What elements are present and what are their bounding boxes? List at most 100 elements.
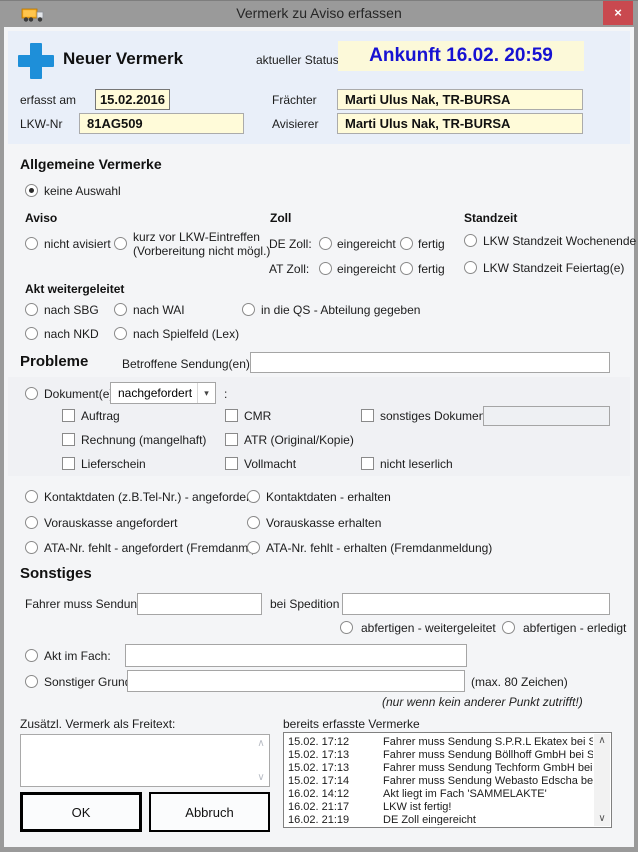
radio-nach-spielfeld[interactable] [114,327,127,340]
radio-qs-abteilung-label: in die QS - Abteilung gegeben [261,304,420,317]
radio-sonstiger-grund[interactable] [25,675,38,688]
close-icon[interactable]: × [603,1,633,25]
radio-kontaktdaten-angefordert[interactable] [25,490,38,503]
titlebar: Vermerk zu Aviso erfassen × [0,1,638,27]
radio-ata-erhalten-label: ATA-Nr. fehlt - erhalten (Fremdanmeldung… [266,542,492,555]
checkbox-atr-label: ATR (Original/Kopie) [244,434,354,447]
radio-nicht-avisiert[interactable] [25,237,38,250]
erfasst-am-field: 15.02.2016 [95,89,170,110]
bei-spedition-input[interactable] [342,593,610,615]
sonstiges-dokument-input[interactable] [483,406,610,426]
checkbox-nicht-leserlich-label: nicht leserlich [380,458,453,471]
radio-kontaktdaten-angefordert-label: Kontaktdaten (z.B.Tel-Nr.) - angefordert [44,491,253,504]
fahrer-sendung-input[interactable] [137,593,262,615]
radio-abfertigen-erledigt-label: abfertigen - erledigt [523,622,626,635]
fraechter-label: Frächter [272,94,317,107]
at-zoll-label: AT Zoll: [269,263,309,276]
lkw-nr-label: LKW-Nr [20,118,62,131]
radio-nach-nkd-label: nach NKD [44,328,99,341]
new-note-title: Neuer Vermerk [63,49,183,69]
radio-ata-angefordert[interactable] [25,541,38,554]
group-akt-heading: Akt weitergeleitet [25,282,124,296]
radio-qs-abteilung[interactable] [242,303,255,316]
list-item[interactable]: 16.02. 21:17LKW ist fertig! [288,801,593,814]
radio-ata-angefordert-label: ATA-Nr. fehlt - angefordert (Fremdanm.) [44,542,256,555]
group-zoll-heading: Zoll [270,211,291,225]
bei-spedition-label: bei Spedition [270,598,339,611]
list-item[interactable]: 16.02. 14:12Akt liegt im Fach 'SAMMELAKT… [288,788,593,801]
radio-nach-nkd[interactable] [25,327,38,340]
radio-vorauskasse-erhalten[interactable] [247,516,260,529]
radio-abfertigen-weitergeleitet[interactable] [340,621,353,634]
checkbox-sonstiges-dokument-label: sonstiges Dokument: [380,410,492,423]
radio-keine-auswahl-label: keine Auswahl [44,185,121,198]
radio-abfertigen-weitergeleitet-label: abfertigen - weitergeleitet [361,622,496,635]
radio-ata-erhalten[interactable] [247,541,260,554]
dokumente-dropdown[interactable]: nachgefordert ▾ [110,382,216,404]
group-standzeit-heading: Standzeit [464,211,517,225]
radio-vorauskasse-erhalten-label: Vorauskasse erhalten [266,517,381,530]
radio-akt-im-fach[interactable] [25,649,38,662]
nur-wenn-hint: (nur wenn kein anderer Punkt zutrifft!) [382,695,583,709]
list-item[interactable]: 15.02. 17:14Fahrer muss Sendung Webasto … [288,775,593,788]
radio-de-zoll-fertig[interactable] [400,237,413,250]
section-sonstiges: Sonstiges [20,565,92,582]
radio-standzeit-feiertag[interactable] [464,261,477,274]
dokumente-dropdown-value: nachgefordert [118,386,192,400]
checkbox-vollmacht-label: Vollmacht [244,458,296,471]
chevron-down-icon[interactable]: ▾ [197,383,215,403]
radio-kontaktdaten-erhalten-label: Kontaktdaten - erhalten [266,491,391,504]
radio-nach-sbg[interactable] [25,303,38,316]
window-title: Vermerk zu Aviso erfassen [0,5,638,21]
checkbox-sonstiges-dokument[interactable] [361,409,374,422]
scroll-down-icon[interactable]: ∨ [255,772,267,783]
scroll-down-icon[interactable]: ∨ [594,812,610,826]
list-item[interactable]: 15.02. 17:13Fahrer muss Sendung Böllhoff… [288,749,593,762]
radio-de-zoll-eingereicht[interactable] [319,237,332,250]
checkbox-vollmacht[interactable] [225,457,238,470]
checkbox-atr[interactable] [225,433,238,446]
radio-at-zoll-eingereicht[interactable] [319,262,332,275]
radio-standzeit-feiertag-label: LKW Standzeit Feiertag(e) [483,262,624,275]
radio-dokumente-label: Dokument(e) [44,388,113,401]
abbruch-button[interactable]: Abbruch [149,792,270,832]
scroll-up-icon[interactable]: ∧ [594,734,610,748]
radio-keine-auswahl[interactable] [25,184,38,197]
radio-standzeit-wochenende[interactable] [464,234,477,247]
checkbox-auftrag[interactable] [62,409,75,422]
vermerke-listbox[interactable]: 15.02. 17:12Fahrer muss Sendung S.P.R.L … [283,732,612,828]
checkbox-lieferschein[interactable] [62,457,75,470]
radio-kurz-vor-eintreffen-label: kurz vor LKW-Eintreffen(Vorbereitung nic… [133,230,270,258]
checkbox-cmr[interactable] [225,409,238,422]
freitext-area-frame: ∧ ∨ [20,734,270,787]
list-scrollbar[interactable]: ∧ ∨ [594,734,610,826]
betroffene-sendungen-label: Betroffene Sendung(en): [122,358,253,371]
radio-nach-wai[interactable] [114,303,127,316]
scroll-up-icon[interactable]: ∧ [255,738,267,749]
radio-at-zoll-fertig-label: fertig [418,263,445,276]
radio-vorauskasse-angefordert[interactable] [25,516,38,529]
list-item[interactable]: 15.02. 17:13Fahrer muss Sendung Techform… [288,762,593,775]
radio-sonstiger-grund-label: Sonstiger Grund: [44,676,135,689]
radio-nicht-avisiert-label: nicht avisiert [44,238,111,251]
list-item[interactable]: 15.02. 17:12Fahrer muss Sendung S.P.R.L … [288,736,593,749]
radio-kontaktdaten-erhalten[interactable] [247,490,260,503]
checkbox-nicht-leserlich[interactable] [361,457,374,470]
sonstiger-grund-input[interactable] [127,670,465,692]
radio-kurz-vor-eintreffen[interactable] [114,237,127,250]
radio-akt-im-fach-label: Akt im Fach: [44,650,111,663]
radio-vorauskasse-angefordert-label: Vorauskasse angefordert [44,517,177,530]
freitext-textarea[interactable] [21,735,253,786]
status-label: aktueller Status [256,54,339,67]
list-item[interactable]: 16.02. 21:19DE Zoll eingereicht [288,814,593,825]
betroffene-sendungen-input[interactable] [250,352,610,373]
radio-nach-wai-label: nach WAI [133,304,185,317]
checkbox-rechnung[interactable] [62,433,75,446]
radio-de-zoll-eingereicht-label: eingereicht [337,238,396,251]
radio-dokumente[interactable] [25,387,38,400]
radio-abfertigen-erledigt[interactable] [502,621,515,634]
radio-at-zoll-fertig[interactable] [400,262,413,275]
akt-im-fach-input[interactable] [125,644,467,667]
lkw-nr-field: 81AG509 [79,113,244,134]
ok-button[interactable]: OK [20,792,142,832]
